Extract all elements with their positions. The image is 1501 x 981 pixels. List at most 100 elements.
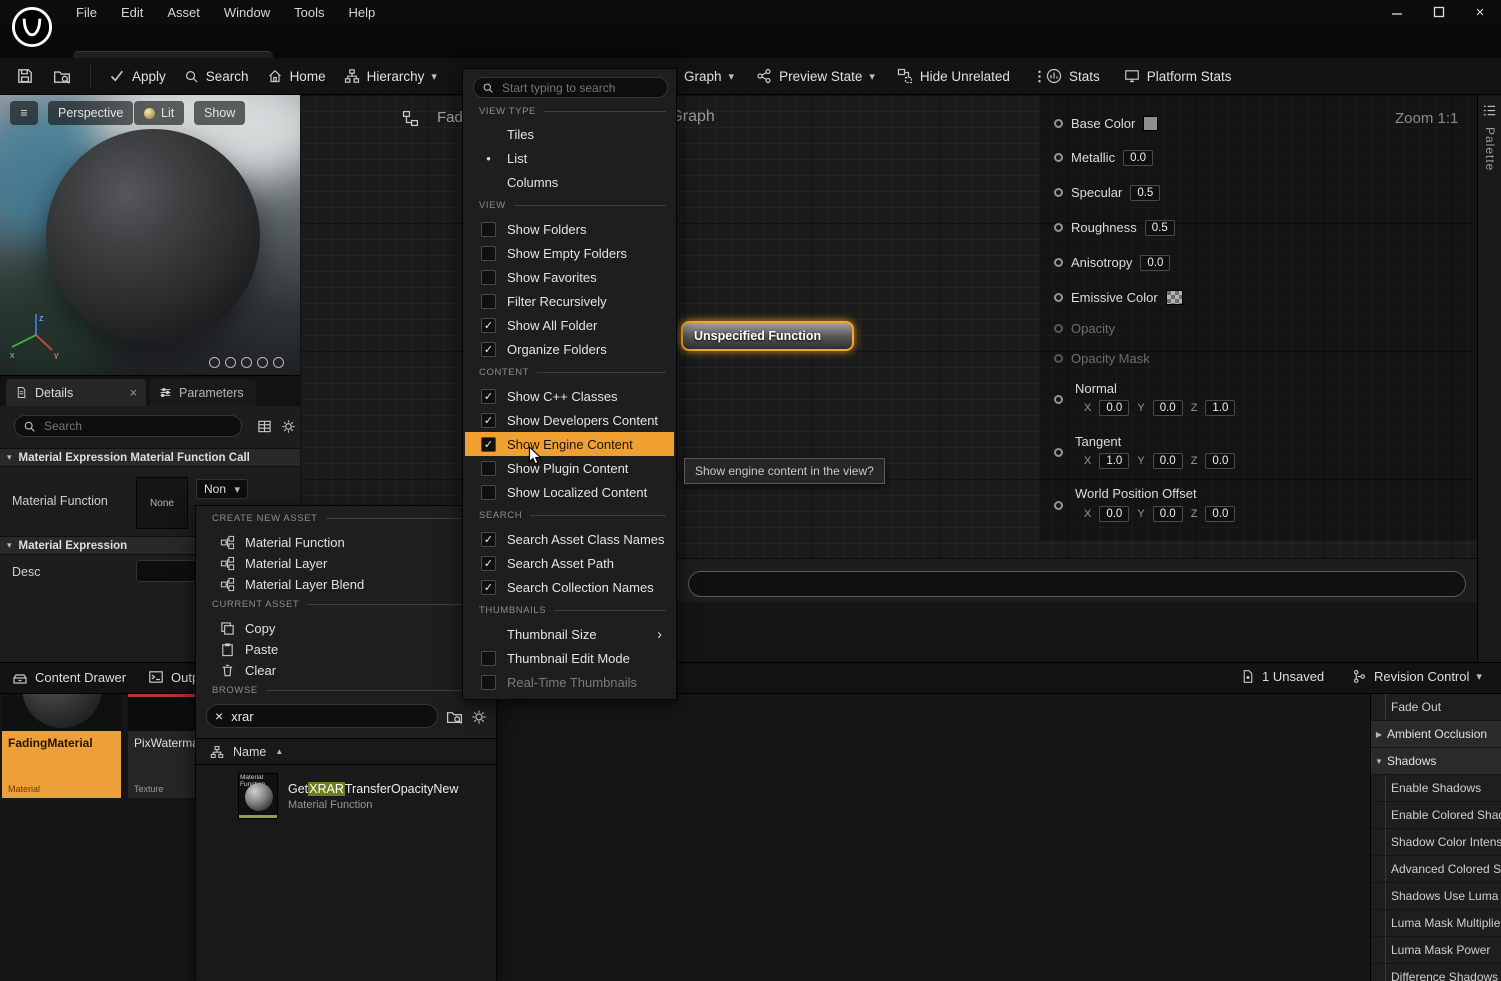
asset-tile-fadingmaterial[interactable]: FadingMaterial Material	[2, 694, 121, 798]
pin-opacity-mask[interactable]: Opacity Mask	[1054, 350, 1150, 367]
search-button[interactable]: Search	[184, 69, 249, 84]
property-row[interactable]: Enable Shadows	[1371, 775, 1501, 802]
material-function-combo[interactable]: Non▾	[196, 479, 248, 499]
menu-item-copy[interactable]: Copy	[200, 618, 492, 639]
shape-cylinder-icon[interactable]	[209, 357, 220, 368]
value-field[interactable]: 0.0	[1099, 400, 1129, 416]
menu-item-columns[interactable]: Columns	[465, 170, 674, 194]
property-row[interactable]: Enable Colored Shadow	[1371, 802, 1501, 829]
asset-picker-search[interactable]: ×	[206, 704, 438, 728]
checker-swatch[interactable]	[1166, 290, 1183, 305]
content-drawer-button[interactable]: Content Drawer	[12, 669, 126, 685]
pin-wpo-values[interactable]: X0.0 Y0.0 Z0.0	[1084, 505, 1235, 522]
pin-circle-icon[interactable]	[1054, 448, 1063, 457]
menu-item-show-cpp-classes[interactable]: ✓Show C++ Classes	[465, 384, 674, 408]
pin-opacity[interactable]: Opacity	[1054, 320, 1115, 337]
lit-button[interactable]: Lit	[134, 101, 184, 125]
value-field[interactable]: 0.5	[1130, 185, 1160, 201]
menu-item-paste[interactable]: Paste	[200, 639, 492, 660]
menu-item-show-plugin-content[interactable]: Show Plugin Content	[465, 456, 674, 480]
unsaved-button[interactable]: 1 Unsaved	[1240, 669, 1324, 684]
pin-emissive-color[interactable]: Emissive Color	[1054, 289, 1183, 306]
platform-stats-button[interactable]: Platform Stats	[1124, 68, 1232, 84]
menu-item-material-function[interactable]: Material Function	[200, 532, 492, 553]
value-field[interactable]: 0.0	[1123, 150, 1153, 166]
category-ambient-occlusion[interactable]: ▶Ambient Occlusion	[1371, 721, 1501, 748]
more-options-icon[interactable]	[1032, 69, 1047, 84]
menu-search-input[interactable]	[500, 80, 659, 96]
details-search-input[interactable]	[42, 418, 212, 434]
property-row[interactable]: Shadow Color Intensity	[1371, 829, 1501, 856]
menu-item-show-engine-content[interactable]: ✓Show Engine Content	[465, 432, 674, 456]
settings-gear-icon[interactable]	[281, 419, 296, 434]
details-search[interactable]	[14, 415, 242, 437]
browse-to-asset-icon[interactable]	[52, 67, 72, 85]
close-details-icon[interactable]: ×	[130, 386, 137, 400]
menu-file[interactable]: File	[64, 0, 109, 24]
asset-search-input[interactable]	[229, 708, 409, 725]
home-button[interactable]: Home	[267, 68, 326, 84]
pin-circle-icon[interactable]	[1054, 354, 1063, 363]
shape-plane-icon[interactable]	[241, 357, 252, 368]
value-field[interactable]: 0.0	[1153, 453, 1183, 469]
apply-button[interactable]: Apply	[109, 68, 166, 84]
value-field[interactable]: 0.0	[1140, 255, 1170, 271]
value-field[interactable]: 0.0	[1099, 506, 1129, 522]
picker-settings-gear-icon[interactable]	[471, 709, 487, 725]
unspecified-function-node[interactable]: Unspecified Function	[681, 321, 854, 351]
menu-asset[interactable]: Asset	[155, 0, 212, 24]
menu-item-show-favorites[interactable]: Show Favorites	[465, 265, 674, 289]
perspective-button[interactable]: Perspective	[48, 101, 133, 125]
display-mode-icon[interactable]	[257, 419, 272, 434]
menu-item-search-collection-names[interactable]: ✓Search Collection Names	[465, 575, 674, 599]
value-field[interactable]: 1.0	[1099, 453, 1129, 469]
pin-circle-icon[interactable]	[1054, 395, 1063, 404]
menu-window[interactable]: Window	[212, 0, 282, 24]
browse-folder-icon[interactable]	[446, 708, 463, 725]
column-header-name[interactable]: Name ▲	[196, 739, 496, 765]
menu-item-list[interactable]: ●List	[465, 146, 674, 170]
asset-result-row[interactable]: Material Function GetXRARTransferOpacity…	[238, 773, 496, 819]
pin-anisotropy[interactable]: Anisotropy0.0	[1054, 254, 1170, 271]
menu-item-show-empty-folders[interactable]: Show Empty Folders	[465, 241, 674, 265]
menu-item-show-localized-content[interactable]: Show Localized Content	[465, 480, 674, 504]
material-function-thumbnail[interactable]: None	[136, 477, 188, 529]
pin-specular[interactable]: Specular0.5	[1054, 184, 1160, 201]
save-icon[interactable]	[16, 67, 34, 85]
pin-metallic[interactable]: Metallic0.0	[1054, 149, 1153, 166]
property-row[interactable]: Luma Mask Power	[1371, 937, 1501, 964]
menu-item-show-folders[interactable]: Show Folders	[465, 217, 674, 241]
stats-button[interactable]: Stats	[1046, 68, 1100, 84]
value-field[interactable]: 1.0	[1205, 400, 1235, 416]
menu-item-filter-recursively[interactable]: Filter Recursively	[465, 289, 674, 313]
menu-item-material-layer-blend[interactable]: Material Layer Blend	[200, 574, 492, 595]
menu-item-thumbnail-size[interactable]: Thumbnail Size›	[465, 622, 674, 646]
shape-sphere-icon[interactable]	[225, 357, 236, 368]
pin-base-color[interactable]: Base Color	[1054, 115, 1158, 132]
revision-control-button[interactable]: Revision Control ▾	[1352, 669, 1482, 684]
hierarchy-button[interactable]: Hierarchy▾	[344, 68, 437, 84]
graph-button[interactable]: Graph▾	[684, 69, 734, 84]
value-field[interactable]: 0.5	[1145, 220, 1175, 236]
preview-mesh-sphere[interactable]	[46, 129, 260, 343]
value-field[interactable]: 0.0	[1205, 506, 1235, 522]
menu-edit[interactable]: Edit	[109, 0, 155, 24]
color-swatch[interactable]	[1143, 116, 1158, 131]
menu-help[interactable]: Help	[336, 0, 387, 24]
menu-item-realtime-thumbnails[interactable]: Real-Time Thumbnails	[465, 670, 674, 694]
expanded-icon[interactable]: ▼	[1371, 757, 1387, 766]
pin-circle-icon[interactable]	[1054, 223, 1063, 232]
menu-item-material-layer[interactable]: Material Layer	[200, 553, 492, 574]
tab-details[interactable]: Details ×	[6, 379, 146, 406]
pin-circle-icon[interactable]	[1054, 501, 1063, 510]
hide-unrelated-button[interactable]: Hide Unrelated	[897, 68, 1010, 84]
pin-roughness[interactable]: Roughness0.5	[1054, 219, 1175, 236]
menu-item-search-asset-path[interactable]: ✓Search Asset Path	[465, 551, 674, 575]
value-field[interactable]: 0.0	[1205, 453, 1235, 469]
pin-circle-icon[interactable]	[1054, 258, 1063, 267]
viewport-menu-button[interactable]: ≡	[10, 101, 38, 125]
value-field[interactable]: 0.0	[1153, 506, 1183, 522]
menu-tools[interactable]: Tools	[282, 0, 336, 24]
preview-state-button[interactable]: Preview State▾	[756, 68, 875, 84]
pin-circle-icon[interactable]	[1054, 293, 1063, 302]
